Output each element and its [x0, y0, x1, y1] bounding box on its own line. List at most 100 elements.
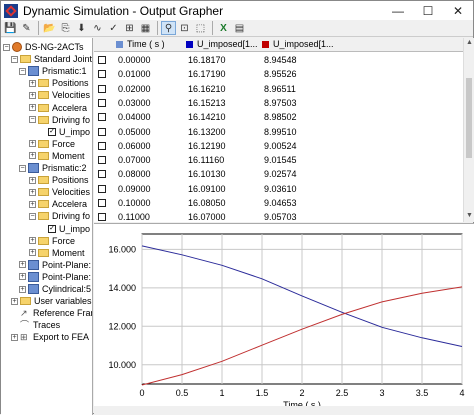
table-row[interactable]: 0.08000 16.10130 9.02574 — [94, 168, 463, 181]
row-checkbox[interactable] — [98, 98, 106, 107]
table-row[interactable]: 0.03000 16.15213 8.97503 — [94, 97, 463, 110]
tree-item[interactable]: + Force — [29, 235, 75, 247]
scrollbar-thumb[interactable] — [466, 78, 472, 158]
table-row[interactable]: 0.06000 16.12190 9.00524 — [94, 140, 463, 153]
tree-item[interactable]: + Force — [29, 138, 75, 150]
row-checkbox[interactable] — [98, 213, 106, 222]
row-checkbox[interactable] — [98, 184, 106, 193]
row-checkbox[interactable] — [98, 141, 106, 150]
tree-item[interactable]: + Positions — [29, 174, 89, 186]
row-checkbox[interactable] — [98, 84, 106, 93]
graph-icon[interactable]: ⚲ — [161, 21, 176, 35]
expand-icon[interactable]: + — [19, 261, 26, 269]
tree-item[interactable]: + ⊞ Export to FEA — [11, 331, 89, 343]
table-cell: 16.15213 — [188, 97, 226, 108]
tree-item[interactable]: + Velocities — [29, 186, 90, 198]
collapse-icon[interactable]: − — [19, 67, 26, 75]
cut-icon[interactable]: 📂 — [42, 21, 57, 35]
expand-icon[interactable]: + — [29, 152, 36, 160]
scroll-down-icon[interactable]: ▼ — [465, 212, 474, 221]
minimize-button[interactable]: — — [383, 1, 413, 20]
tree-item[interactable]: − Prismatic:2 — [19, 162, 87, 174]
column-header-series-1[interactable]: U_imposed[1... — [186, 39, 258, 49]
expand-icon[interactable]: + — [29, 176, 36, 184]
table-row[interactable]: 0.09000 16.09100 9.03610 — [94, 183, 463, 196]
collapse-icon[interactable]: − — [11, 55, 18, 63]
close-button[interactable]: ✕ — [443, 1, 473, 20]
row-checkbox[interactable] — [98, 127, 106, 136]
scroll-up-icon[interactable]: ▲ — [465, 39, 474, 48]
tree-item[interactable]: + Moment — [29, 247, 85, 259]
row-checkbox[interactable] — [98, 170, 106, 179]
tree-item[interactable]: ✓ U_impo — [39, 223, 90, 235]
tree-item[interactable]: ⌒ Traces — [11, 319, 60, 331]
expand-icon[interactable]: + — [29, 249, 36, 257]
expand-icon[interactable]: + — [29, 79, 36, 87]
tree-item[interactable]: + User variables — [11, 295, 92, 307]
table-row[interactable]: 0.01000 16.17190 8.95526 — [94, 68, 463, 81]
tree-item[interactable]: + Moment — [29, 150, 85, 162]
excel-icon[interactable]: X — [216, 21, 231, 35]
expand-icon[interactable]: + — [11, 297, 18, 305]
tree-item[interactable]: − Prismatic:1 — [19, 65, 87, 77]
collapse-icon[interactable]: − — [29, 212, 36, 220]
tree-item[interactable]: + Accelera — [29, 198, 87, 210]
tree-item[interactable]: + Point-Plane: — [19, 259, 91, 271]
expand-icon[interactable]: + — [19, 273, 26, 281]
row-checkbox[interactable] — [98, 56, 106, 64]
grid-icon — [116, 40, 123, 48]
tree-item-label: Point-Plane: — [42, 259, 92, 270]
expand-icon[interactable]: + — [29, 188, 36, 196]
expand-icon[interactable]: + — [29, 91, 36, 99]
fit-icon[interactable]: ⬚ — [193, 21, 208, 35]
copy-icon[interactable]: ⎘ — [58, 21, 73, 35]
export-icon[interactable]: ▦ — [138, 21, 153, 35]
print-icon[interactable]: ∿ — [90, 21, 105, 35]
checked-box-icon[interactable]: ✓ — [48, 224, 56, 233]
undo-icon[interactable]: ✓ — [106, 21, 121, 35]
tree-item[interactable]: − Standard Joints — [11, 53, 92, 65]
collapse-icon[interactable]: − — [19, 164, 26, 172]
column-header-series-2[interactable]: U_imposed[1... — [262, 39, 334, 49]
tree-item[interactable]: + Positions — [29, 77, 89, 89]
open-icon[interactable]: ✎ — [19, 21, 34, 35]
table-row[interactable]: 0.04000 16.14210 8.98502 — [94, 111, 463, 124]
table-row[interactable]: 0.11000 16.07000 9.05703 — [94, 211, 463, 222]
table-row[interactable]: 0.00000 16.18170 8.94548 — [94, 54, 463, 67]
tree-item[interactable]: ↗ Reference Fram — [11, 307, 92, 319]
row-checkbox[interactable] — [98, 156, 106, 165]
zoom-icon[interactable]: ⊡ — [177, 21, 192, 35]
save-icon[interactable]: 💾 — [3, 21, 18, 35]
paste-icon[interactable]: ⬇ — [74, 21, 89, 35]
tree-item-label: Positions — [52, 78, 89, 89]
column-header-time[interactable]: Time ( s ) — [116, 39, 165, 49]
row-checkbox[interactable] — [98, 199, 106, 207]
redo-icon[interactable]: ⊞ — [122, 21, 137, 35]
table-row[interactable]: 0.02000 16.16210 8.96511 — [94, 83, 463, 96]
tree-item[interactable]: − DS-NG-2ACTs — [3, 41, 84, 53]
table-row[interactable]: 0.07000 16.11160 9.01545 — [94, 154, 463, 167]
tree-item[interactable]: − Driving fo — [29, 210, 90, 222]
tree-item[interactable]: ✓ U_impo — [39, 126, 90, 138]
tree-item[interactable]: + Accelera — [29, 102, 87, 114]
expand-icon[interactable]: + — [19, 285, 26, 293]
expand-icon[interactable]: + — [29, 104, 36, 111]
expand-icon[interactable]: + — [29, 200, 36, 208]
tree-item[interactable]: − Driving fo — [29, 114, 90, 126]
tree-item[interactable]: + Velocities — [29, 89, 90, 101]
calc-icon[interactable]: ▤ — [232, 21, 247, 35]
expand-icon[interactable]: + — [29, 237, 36, 245]
tree-item[interactable]: + Point-Plane: — [19, 271, 91, 283]
expand-icon[interactable]: + — [11, 333, 18, 341]
collapse-icon[interactable]: − — [29, 116, 36, 124]
row-checkbox[interactable] — [98, 113, 106, 122]
expand-icon[interactable]: + — [29, 140, 36, 148]
collapse-icon[interactable]: − — [3, 43, 10, 51]
row-checkbox[interactable] — [98, 70, 106, 79]
table-scrollbar[interactable]: ▲ ▼ — [463, 38, 474, 222]
table-row[interactable]: 0.05000 16.13200 8.99510 — [94, 126, 463, 139]
checked-box-icon[interactable]: ✓ — [48, 127, 56, 136]
maximize-button[interactable]: ☐ — [413, 1, 443, 20]
tree-item[interactable]: + Cylindrical:5 — [19, 283, 91, 295]
table-row[interactable]: 0.10000 16.08050 9.04653 — [94, 197, 463, 210]
